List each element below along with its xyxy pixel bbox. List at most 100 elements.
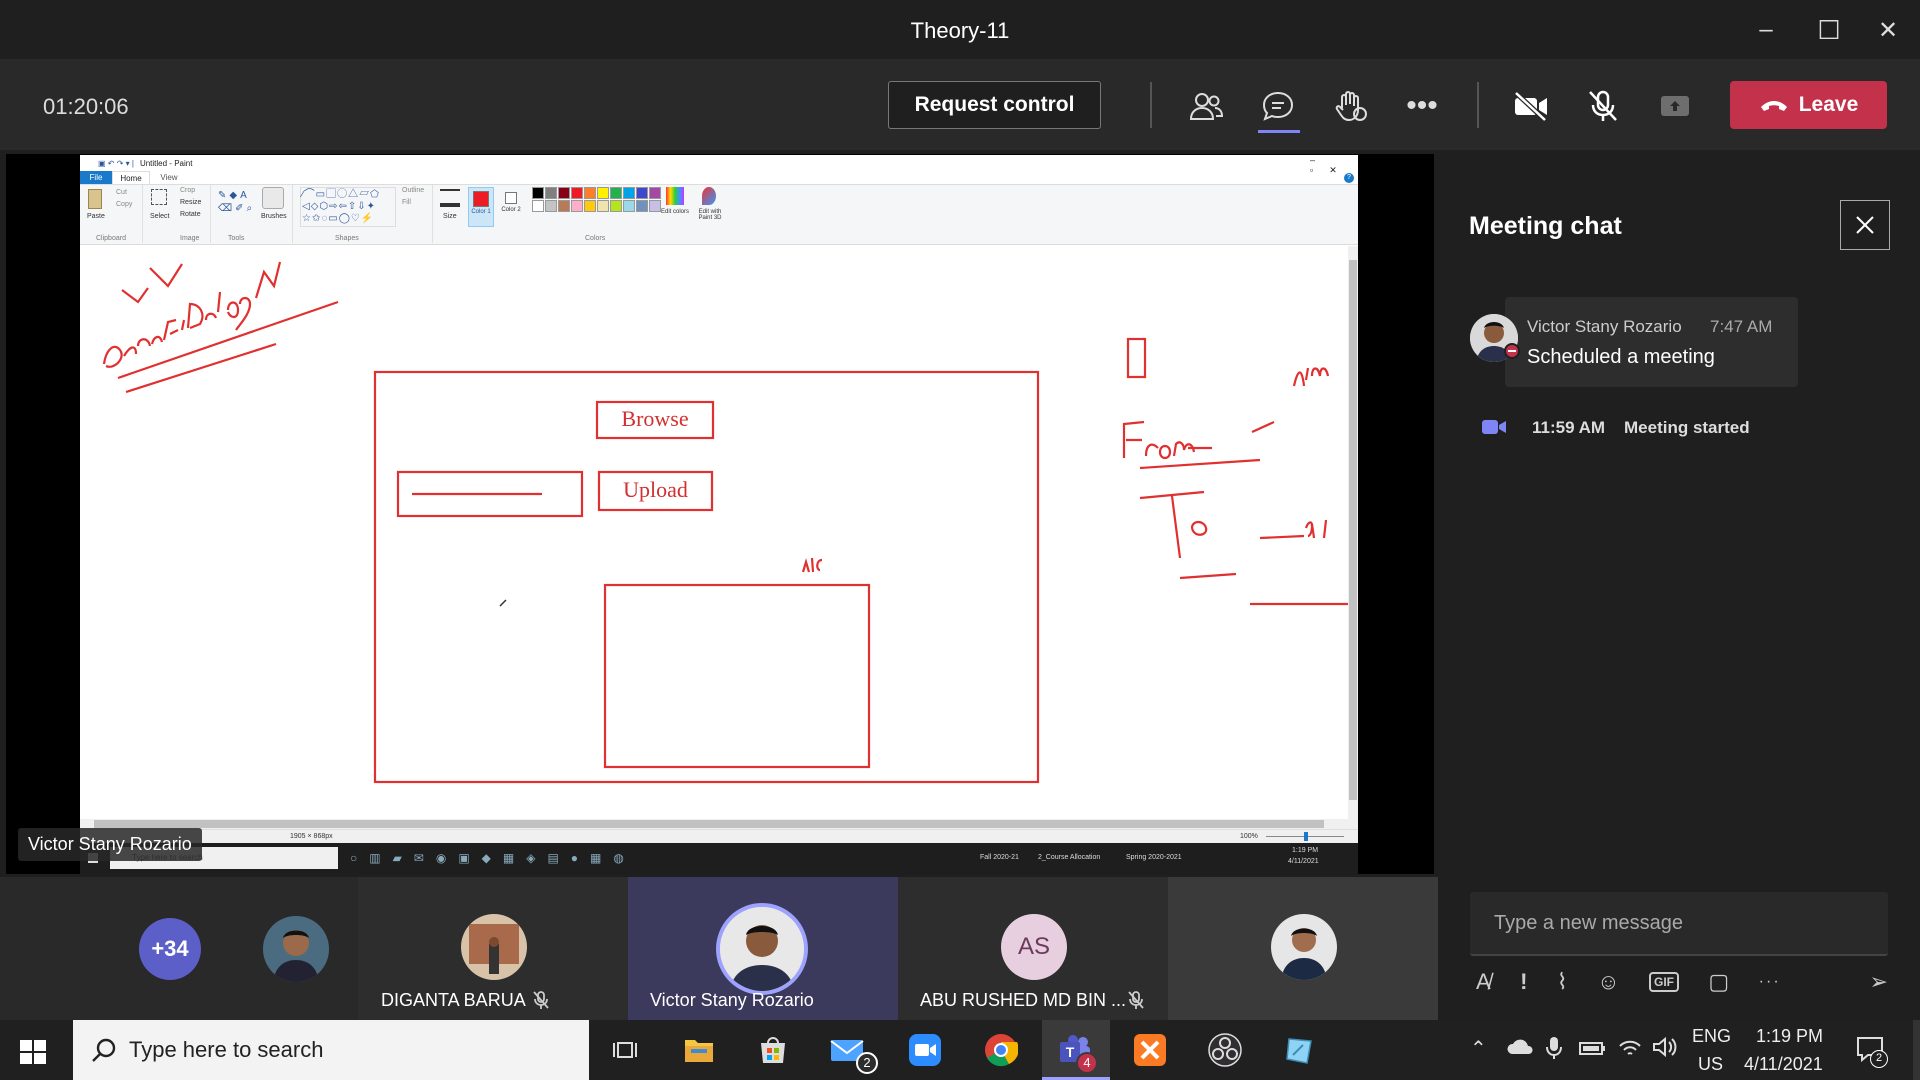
camera-off-icon[interactable] (1507, 84, 1555, 128)
raise-hand-icon[interactable] (1326, 84, 1374, 128)
request-control-button[interactable]: Request control (888, 81, 1101, 129)
vertical-scroll-thumb[interactable] (1349, 260, 1357, 800)
palette-swatch[interactable] (545, 187, 557, 199)
gif-icon[interactable]: GIF (1648, 972, 1679, 992)
palette-swatch[interactable] (545, 200, 557, 212)
clock-time[interactable]: 1:19 PM (1756, 1026, 1823, 1047)
taskbar-search-box[interactable]: Type here to search (73, 1020, 589, 1080)
leave-button[interactable]: Leave (1730, 81, 1887, 129)
paint3d-icon[interactable] (702, 187, 716, 205)
minimize-button[interactable]: – (1737, 0, 1795, 60)
chat-title: Meeting chat (1469, 212, 1622, 240)
vertical-scrollbar[interactable] (1348, 246, 1358, 829)
palette-swatch[interactable] (597, 200, 609, 212)
region-code[interactable]: US (1698, 1054, 1723, 1075)
horizontal-scroll-thumb[interactable] (94, 820, 1324, 828)
palette-swatch[interactable] (649, 187, 661, 199)
participant-name: DIGANTA BARUA (381, 990, 526, 1010)
horizontal-scrollbar[interactable] (80, 819, 1348, 829)
emoji-icon[interactable]: ☺ (1597, 969, 1619, 995)
select-icon[interactable] (151, 189, 167, 205)
resize-button[interactable]: Resize (180, 199, 201, 206)
show-hidden-icons[interactable]: ⌃ (1470, 1036, 1487, 1061)
tab-home[interactable]: Home (112, 171, 150, 184)
tab-view[interactable]: View (150, 171, 188, 184)
color1-selector[interactable]: Color 1 (468, 187, 494, 227)
chat-message[interactable] (1505, 297, 1798, 387)
palette-swatch[interactable] (532, 187, 544, 199)
color2-selector[interactable]: Color 2 (498, 187, 524, 227)
share-tray-icon[interactable] (1651, 84, 1699, 128)
select-label[interactable]: Select (150, 213, 169, 220)
show-desktop-button[interactable] (1913, 1020, 1920, 1080)
send-icon[interactable]: ➢ (1870, 969, 1888, 995)
chat-icon[interactable] (1254, 84, 1302, 128)
rotate-button[interactable]: Rotate (180, 211, 201, 218)
palette-swatch[interactable] (532, 200, 544, 212)
wifi-icon[interactable] (1618, 1036, 1642, 1063)
file-explorer-icon[interactable] (671, 1024, 727, 1076)
more-options-icon[interactable]: ••• (1398, 84, 1446, 128)
microphone-icon[interactable] (1546, 1036, 1562, 1065)
palette-swatch[interactable] (636, 187, 648, 199)
copy-button[interactable]: Copy (116, 201, 132, 208)
palette-swatch[interactable] (636, 200, 648, 212)
microsoft-store-icon[interactable] (745, 1024, 801, 1076)
overflow-participants-button[interactable]: +34 (139, 918, 201, 980)
size-icon[interactable] (440, 189, 460, 207)
paint-canvas[interactable]: Browse Upload (80, 246, 1358, 829)
edit-colors-label[interactable]: Edit colors (660, 209, 690, 215)
palette-swatch[interactable] (584, 200, 596, 212)
brushes-label[interactable]: Brushes (261, 213, 287, 220)
close-chat-button[interactable] (1840, 200, 1890, 250)
cut-button[interactable]: Cut (116, 189, 127, 196)
attach-icon[interactable]: ⌇ (1557, 969, 1568, 995)
zoom-icon[interactable] (897, 1024, 953, 1076)
palette-swatch[interactable] (610, 200, 622, 212)
more-icon[interactable]: ··· (1759, 973, 1781, 991)
tab-file[interactable]: File (80, 171, 112, 184)
clock-date[interactable]: 4/11/2021 (1744, 1054, 1823, 1075)
size-label[interactable]: Size (443, 213, 457, 220)
tools-icons[interactable]: ✎◆A ⌫✐⌕ (218, 189, 262, 215)
palette-swatch[interactable] (558, 200, 570, 212)
language-code[interactable]: ENG (1692, 1026, 1731, 1047)
mic-off-icon[interactable] (1579, 84, 1627, 128)
outline-dropdown[interactable]: Outline (402, 187, 424, 194)
fill-dropdown[interactable]: Fill (402, 199, 411, 206)
paint3d-label[interactable]: Edit with Paint 3D (692, 209, 728, 221)
maximize-button[interactable]: ☐ (1800, 0, 1858, 60)
battery-icon[interactable] (1578, 1040, 1606, 1061)
shapes-gallery[interactable]: ∕⌒▭▢◯△▱⬠ ◁◇⬡⇨⇦⇧⇩✦ ☆✩◌▭◯♡⚡ (300, 187, 396, 227)
onedrive-icon[interactable] (1506, 1038, 1534, 1061)
volume-icon[interactable] (1652, 1036, 1678, 1063)
zoom-slider-thumb[interactable] (1304, 832, 1308, 841)
xampp-icon[interactable] (1122, 1024, 1178, 1076)
message-composer[interactable]: Type a new message (1470, 892, 1888, 956)
paste-icon[interactable] (88, 189, 102, 209)
brushes-icon[interactable] (262, 187, 284, 209)
help-icon[interactable]: ? (1344, 173, 1354, 183)
chrome-icon[interactable] (973, 1024, 1029, 1076)
palette-swatch[interactable] (623, 187, 635, 199)
palette-swatch[interactable] (571, 187, 583, 199)
task-view-icon[interactable] (597, 1024, 653, 1076)
obs-icon[interactable] (1197, 1024, 1253, 1076)
palette-swatch[interactable] (571, 200, 583, 212)
crop-button[interactable]: Crop (180, 187, 195, 194)
close-button[interactable]: ✕ (1859, 0, 1917, 60)
paste-label[interactable]: Paste (87, 213, 105, 220)
paint-app-icon[interactable] (1272, 1024, 1328, 1076)
important-icon[interactable]: ! (1520, 969, 1527, 995)
palette-swatch[interactable] (597, 187, 609, 199)
participants-icon[interactable] (1182, 84, 1230, 128)
palette-swatch[interactable] (584, 187, 596, 199)
windows-start-icon[interactable] (20, 1040, 46, 1069)
avatar[interactable] (263, 916, 329, 982)
palette-swatch[interactable] (610, 187, 622, 199)
palette-swatch[interactable] (558, 187, 570, 199)
sticker-icon[interactable]: ▢ (1708, 969, 1729, 995)
palette-swatch[interactable] (623, 200, 635, 212)
format-icon[interactable]: A̸ (1476, 969, 1491, 995)
edit-colors-icon[interactable] (666, 187, 684, 205)
